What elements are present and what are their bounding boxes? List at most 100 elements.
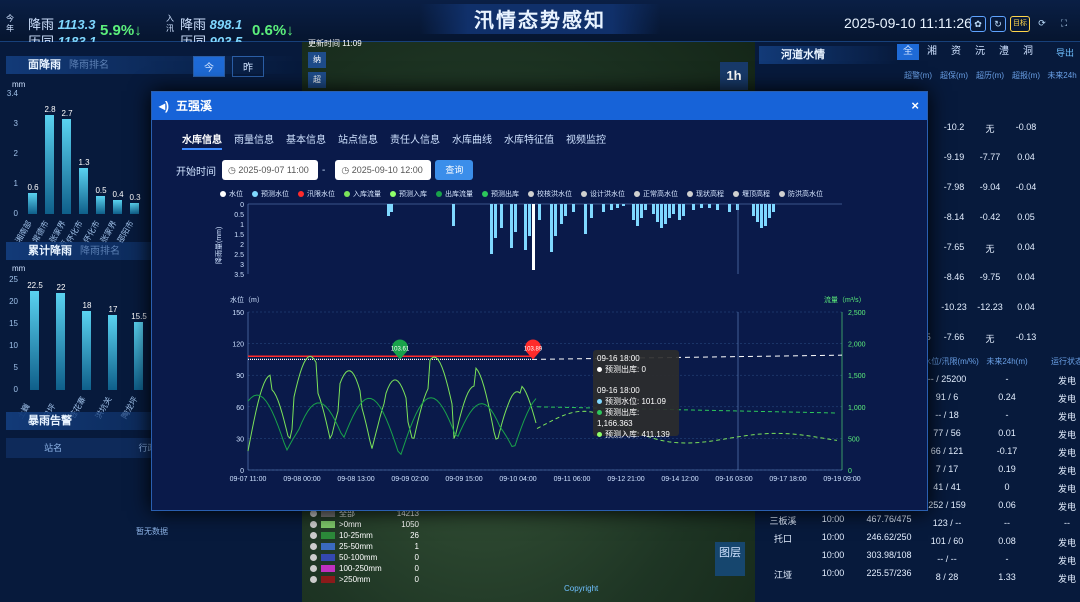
legend-count: 1 <box>414 542 419 551</box>
map-tool-1[interactable]: 纳 <box>308 52 326 68</box>
river-tab[interactable]: 资 <box>945 44 967 60</box>
target-button[interactable]: 目标 <box>1010 16 1030 32</box>
dialog-tab[interactable]: 基本信息 <box>286 131 326 146</box>
rain-ytick: 3 <box>240 262 244 269</box>
res-cell: -0.17 <box>996 446 1018 456</box>
export-link[interactable]: 导出 <box>1056 46 1074 59</box>
res-name-cell: 246.62/250 <box>866 532 912 542</box>
rain-bar[interactable] <box>134 321 143 390</box>
bar-value: 2.7 <box>61 108 73 118</box>
legend-dot <box>310 510 317 517</box>
res-cell: 8 / 28 <box>935 572 959 582</box>
legend-count: 1050 <box>401 520 419 529</box>
dialog-tab[interactable]: 雨量信息 <box>234 131 274 146</box>
empty-text: 暂无数据 <box>136 527 168 536</box>
river-cell: 0.05 <box>1017 212 1035 222</box>
res-cell: 发电 <box>1057 376 1076 386</box>
refresh-icon[interactable]: ↻ <box>990 16 1006 32</box>
legend-count: 0 <box>414 553 419 562</box>
rain-bar <box>514 204 517 232</box>
pred-outflow-line <box>536 406 838 414</box>
today-toggle[interactable]: 今 <box>193 56 225 77</box>
rain-bar[interactable] <box>113 199 122 214</box>
layer-button[interactable]: 图层 <box>715 542 745 576</box>
map-legend: 全部 14213 >0mm 1050 10-25mm 26 25-50mm 1 50-100mm… <box>310 508 419 585</box>
legend-label: >0mm <box>339 520 362 529</box>
river-tab[interactable]: 湘 <box>921 44 943 60</box>
rain-bar <box>616 204 619 208</box>
res-cell: - <box>1005 410 1009 420</box>
rain-bar <box>678 204 681 220</box>
dialog-tab[interactable]: 站点信息 <box>338 131 378 146</box>
rain-ytick: 0.5 <box>234 212 244 219</box>
dialog-tab[interactable]: 水库特征值 <box>504 131 554 146</box>
settings-icon[interactable]: ✿ <box>970 16 986 32</box>
rain-bar[interactable] <box>62 118 71 214</box>
river-col-head: 超保(m) <box>940 71 968 80</box>
x-tick: 09-07 11:00 <box>230 476 267 483</box>
yesterday-toggle[interactable]: 昨 <box>232 56 264 77</box>
rain-bar <box>660 204 663 228</box>
x-tick: 09-09 15:00 <box>445 476 482 483</box>
zoom-button[interactable]: 1h <box>720 62 748 90</box>
speaker-icon: ◂) <box>159 99 170 113</box>
map-tool-2[interactable]: 超 <box>308 72 326 88</box>
marker-flood-label: 103.89 <box>524 346 543 352</box>
legend-dot <box>310 532 317 539</box>
legend-row[interactable]: 25-50mm 1 <box>310 541 419 552</box>
start-time-input[interactable]: ◷ 2025-09-07 11:00 <box>222 160 318 180</box>
clock: 2025-09-10 11:11:26 <box>844 15 972 31</box>
dialog-tab[interactable]: 水库信息 <box>182 131 222 150</box>
flow-ytick: 1,000 <box>848 405 866 412</box>
legend-row[interactable]: 100-250mm 0 <box>310 563 419 574</box>
flow-ytick: 2,500 <box>848 310 866 317</box>
legend-row[interactable]: 50-100mm 0 <box>310 552 419 563</box>
query-button[interactable]: 查询 <box>435 160 474 180</box>
river-tab[interactable]: 沅 <box>969 44 991 60</box>
legend-label: 100-250mm <box>339 564 382 573</box>
end-time-input[interactable]: ◷ 2025-09-10 12:00 <box>335 160 432 180</box>
x-tick: 09-17 18:00 <box>769 476 806 483</box>
res-col-head: 运行状态 <box>1051 357 1080 366</box>
rain-bar[interactable] <box>56 293 65 390</box>
river-cell: -9.75 <box>979 272 1001 282</box>
rain-bar[interactable] <box>108 315 117 390</box>
legend-row[interactable]: >250mm 0 <box>310 574 419 585</box>
rain-bar[interactable] <box>96 196 105 214</box>
river-cell: -0.42 <box>979 212 1001 222</box>
legend-swatch <box>321 543 335 550</box>
dialog-tab[interactable]: 水库曲线 <box>452 131 492 146</box>
river-cell: -9.04 <box>979 182 1001 192</box>
res-cell: 0.06 <box>998 500 1016 510</box>
y-tick: 5 <box>13 363 18 372</box>
sync-icon[interactable]: ⟳ <box>1034 16 1050 32</box>
x-tick: 09-09 02:00 <box>391 476 428 483</box>
rain-bar <box>602 204 605 212</box>
rain-bar[interactable] <box>28 192 37 214</box>
legend-row[interactable]: >0mm 1050 <box>310 519 419 530</box>
close-icon[interactable]: × <box>911 92 919 120</box>
rain-bar <box>772 204 775 212</box>
dialog-tab[interactable]: 责任人信息 <box>390 131 440 146</box>
fullscreen-icon[interactable]: ⛶ <box>1056 16 1072 32</box>
dialog-tab[interactable]: 视频监控 <box>566 131 606 146</box>
river-tab[interactable]: 澧 <box>993 44 1015 60</box>
legend-row[interactable]: 10-25mm 26 <box>310 530 419 541</box>
y-tick: 3 <box>13 119 18 128</box>
river-cell: -10.23 <box>941 302 967 312</box>
river-tab[interactable]: 洞 <box>1017 44 1039 60</box>
rain-bar[interactable] <box>45 115 54 214</box>
rain-bar[interactable] <box>79 168 88 214</box>
x-tick: 09-11 06:00 <box>554 476 591 483</box>
rain-bar[interactable] <box>30 291 39 390</box>
y-tick: 3.4 <box>6 89 18 98</box>
res-cell: 101 / 60 <box>930 536 964 546</box>
river-tab[interactable]: 全 <box>897 44 919 60</box>
rain-ytick: 1 <box>240 222 244 229</box>
rain-bar <box>768 204 771 218</box>
res-cell: 发电 <box>1057 466 1076 476</box>
rain-bar[interactable] <box>82 310 91 390</box>
rain-bar <box>524 204 527 250</box>
rain-bar[interactable] <box>130 203 139 214</box>
legend-swatch <box>321 521 335 528</box>
